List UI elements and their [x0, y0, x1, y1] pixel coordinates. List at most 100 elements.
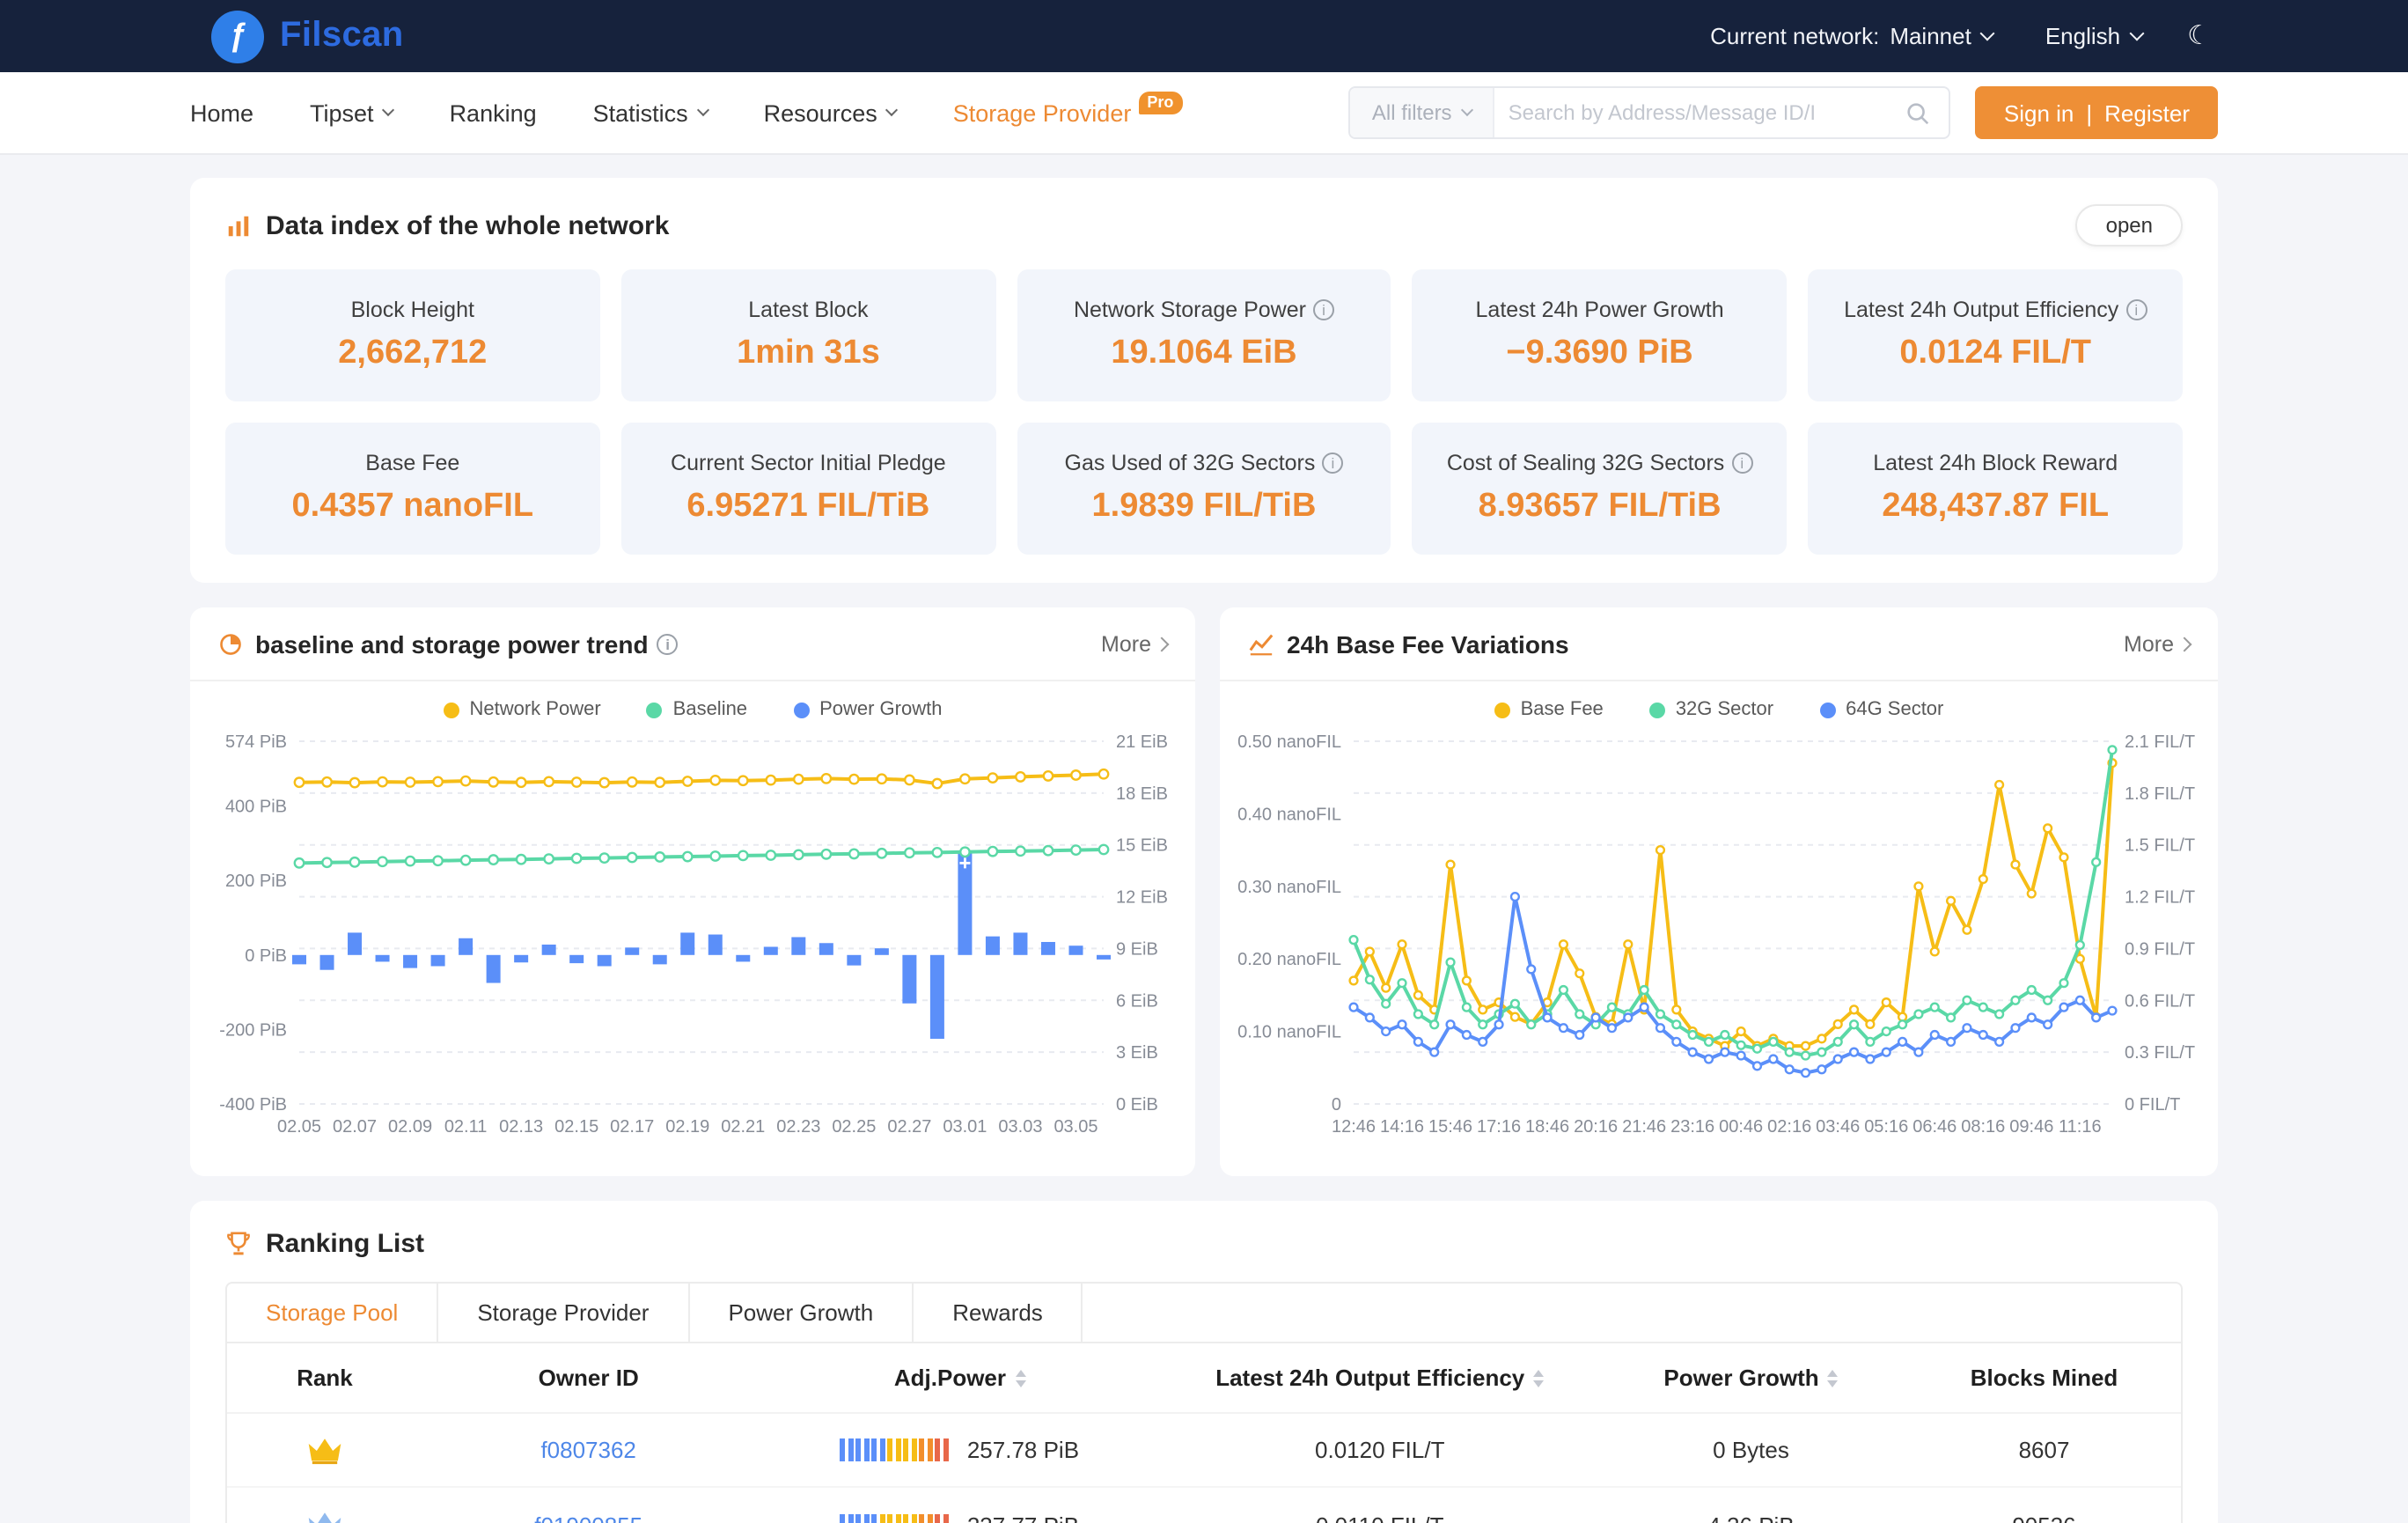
svg-text:6 EiB: 6 EiB — [1116, 991, 1158, 1011]
blocks-mined-value: 90536 — [1907, 1512, 2181, 1523]
legend-network-power[interactable]: Network Power — [444, 699, 601, 720]
legend-dot — [444, 702, 459, 717]
svg-text:21 EiB: 21 EiB — [1116, 732, 1168, 752]
svg-text:02.13: 02.13 — [499, 1117, 543, 1137]
svg-text:0 FIL/T: 0 FIL/T — [2125, 1095, 2180, 1115]
legend-base-fee[interactable]: Base Fee — [1494, 699, 1604, 720]
chevron-right-icon — [2177, 636, 2192, 651]
svg-text:3 EiB: 3 EiB — [1116, 1043, 1158, 1063]
svg-text:00:46: 00:46 — [1719, 1117, 1763, 1137]
stat-grid: Block Heighti 2,662,712 Latest Blocki 1m… — [225, 269, 2183, 555]
sort-icon[interactable] — [1828, 1369, 1839, 1387]
svg-text:0.40 nanoFIL: 0.40 nanoFIL — [1237, 805, 1341, 824]
chevron-down-icon — [1460, 104, 1472, 116]
dark-mode-toggle[interactable]: ☾ — [2187, 23, 2211, 49]
svg-text:14:16: 14:16 — [1380, 1117, 1424, 1137]
network-label: Current network: — [1710, 23, 1879, 49]
svg-text:02:16: 02:16 — [1767, 1117, 1811, 1137]
svg-text:02.15: 02.15 — [554, 1117, 598, 1137]
chevron-down-icon — [2129, 26, 2144, 41]
column-header-owner-id: Owner ID — [422, 1365, 754, 1391]
more-link[interactable]: More — [2124, 631, 2190, 656]
table-row[interactable]: f01900855 237.77 PiB 0.0110 FIL/T 4.26 P… — [227, 1488, 2181, 1523]
svg-text:1.5 FIL/T: 1.5 FIL/T — [2125, 836, 2195, 856]
svg-text:23:16: 23:16 — [1670, 1117, 1714, 1137]
info-icon[interactable]: i — [1322, 452, 1343, 474]
column-header-output-efficiency[interactable]: Latest 24h Output Efficiency — [1165, 1365, 1595, 1391]
power-distribution-bars — [841, 1438, 951, 1461]
power-growth-value: 0 Bytes — [1595, 1437, 1907, 1463]
nav-item-tipset[interactable]: Tipset — [310, 99, 393, 126]
open-button[interactable]: open — [2076, 204, 2183, 246]
baseline-power-trend-card: baseline and storage power trend i More N… — [190, 607, 1195, 1176]
legend-dot — [793, 702, 809, 717]
nav-item-home[interactable]: Home — [190, 99, 253, 126]
svg-text:0.50 nanoFIL: 0.50 nanoFIL — [1237, 732, 1341, 752]
info-icon[interactable]: i — [657, 633, 679, 654]
svg-text:0: 0 — [1332, 1095, 1341, 1115]
owner-id-link[interactable]: f0807362 — [540, 1437, 635, 1463]
legend-baseline[interactable]: Baseline — [647, 699, 747, 720]
svg-text:574 PiB: 574 PiB — [225, 732, 287, 752]
ranking-panel: Storage Pool Storage Provider Power Grow… — [225, 1282, 2183, 1523]
sign-in-label: Sign in — [2004, 99, 2074, 126]
efficiency-value: 0.0110 FIL/T — [1165, 1512, 1595, 1523]
search-filter-select[interactable]: All filters — [1351, 88, 1494, 137]
svg-text:0.9 FIL/T: 0.9 FIL/T — [2125, 939, 2195, 959]
svg-text:20:16: 20:16 — [1574, 1117, 1618, 1137]
chevron-right-icon — [1155, 636, 1170, 651]
info-icon[interactable]: i — [2125, 299, 2147, 320]
network-select[interactable]: Mainnet — [1890, 23, 1993, 49]
legend-power-growth[interactable]: Power Growth — [793, 699, 942, 720]
line-chart-icon — [1248, 630, 1274, 657]
legend-dot — [1819, 702, 1835, 717]
svg-text:03:46: 03:46 — [1816, 1117, 1860, 1137]
tab-storage-provider[interactable]: Storage Provider — [438, 1284, 689, 1342]
language-select[interactable]: English — [2045, 23, 2141, 49]
tab-power-growth[interactable]: Power Growth — [689, 1284, 914, 1342]
pie-chart-icon — [218, 631, 243, 656]
base-fee-variations-chart[interactable]: 2.1 FIL/T1.8 FIL/T1.5 FIL/T1.2 FIL/T0.9 … — [1237, 724, 2200, 1157]
chart-legend: Base Fee 32G Sector 64G Sector — [1237, 699, 2200, 720]
svg-text:03.01: 03.01 — [943, 1117, 987, 1137]
tab-rewards[interactable]: Rewards — [914, 1284, 1083, 1342]
stat-card-block-height: Block Heighti 2,662,712 — [225, 269, 600, 401]
nav-item-storage-provider[interactable]: Storage ProviderPro — [953, 99, 1183, 126]
nav-item-statistics[interactable]: Statistics — [593, 99, 708, 126]
info-icon[interactable]: i — [1313, 299, 1334, 320]
table-header-row: Rank Owner ID Adj.Power Latest 24h Outpu… — [227, 1343, 2181, 1414]
legend-32g-sector[interactable]: 32G Sector — [1649, 699, 1773, 720]
legend-64g-sector[interactable]: 64G Sector — [1819, 699, 1943, 720]
owner-id-link[interactable]: f01900855 — [534, 1512, 642, 1523]
search-input[interactable] — [1494, 100, 1888, 125]
blocks-mined-value: 8607 — [1907, 1437, 2181, 1463]
svg-text:02.27: 02.27 — [887, 1117, 931, 1137]
svg-text:1.8 FIL/T: 1.8 FIL/T — [2125, 784, 2195, 804]
column-header-power-growth[interactable]: Power Growth — [1595, 1365, 1907, 1391]
svg-text:02.17: 02.17 — [610, 1117, 654, 1137]
info-icon[interactable]: i — [1731, 452, 1752, 474]
gold-crown-icon — [306, 1436, 343, 1464]
svg-text:12:46: 12:46 — [1332, 1117, 1376, 1137]
svg-text:15:46: 15:46 — [1428, 1117, 1472, 1137]
search-button[interactable] — [1888, 99, 1949, 126]
silver-crown-icon — [306, 1511, 343, 1523]
sort-icon[interactable] — [1533, 1369, 1544, 1387]
svg-text:02.19: 02.19 — [665, 1117, 709, 1137]
nav-item-resources[interactable]: Resources — [764, 99, 897, 126]
tab-storage-pool[interactable]: Storage Pool — [227, 1284, 438, 1342]
table-row[interactable]: f0807362 257.78 PiB 0.0120 FIL/T 0 Bytes… — [227, 1414, 2181, 1488]
nav-item-ranking[interactable]: Ranking — [450, 99, 537, 126]
top-navbar: ƒ Filscan Current network: Mainnet Engli… — [0, 0, 2408, 72]
sort-icon[interactable] — [1015, 1369, 1025, 1387]
sign-in-register-button[interactable]: Sign in | Register — [1976, 86, 2218, 139]
chart-title: 24h Base Fee Variations — [1287, 629, 1569, 658]
chart-title: baseline and storage power trend — [255, 629, 649, 658]
column-header-adj-power[interactable]: Adj.Power — [754, 1365, 1164, 1391]
more-link[interactable]: More — [1101, 631, 1167, 656]
stat-label: Latest 24h Output Efficiency — [1844, 298, 2118, 322]
stat-label: Base Fee — [365, 451, 459, 475]
baseline-power-trend-chart[interactable]: 21 EiB18 EiB15 EiB12 EiB9 EiB6 EiB3 EiB0… — [208, 724, 1178, 1157]
stat-label: Cost of Sealing 32G Sectors — [1447, 451, 1724, 475]
brand-logo[interactable]: ƒ Filscan — [211, 10, 404, 63]
